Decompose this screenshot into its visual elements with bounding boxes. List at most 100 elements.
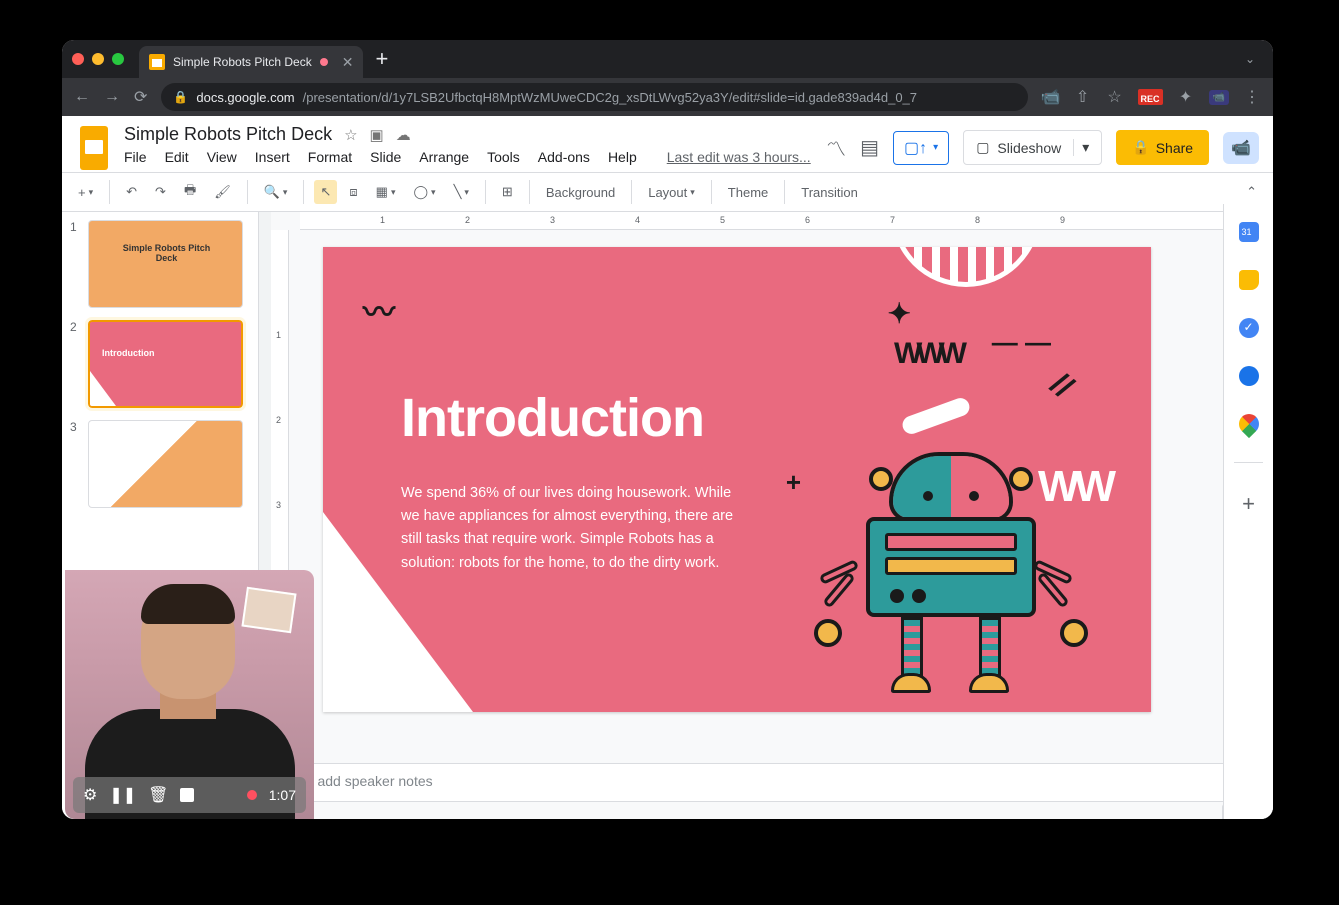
camera-permission-icon[interactable]: 📹 <box>1042 88 1060 106</box>
move-icon[interactable]: ▣ <box>370 126 384 144</box>
document-title[interactable]: Simple Robots Pitch Deck <box>124 124 332 145</box>
canvas-area: 123456789 123 〰 ✦ — — WWW // + WW Introd… <box>271 212 1273 819</box>
lock-icon: 🔒 <box>173 90 188 104</box>
stop-button[interactable] <box>180 788 194 802</box>
window-close-icon[interactable] <box>72 53 84 65</box>
share-page-icon[interactable]: ⇧ <box>1074 88 1092 106</box>
url-path: /presentation/d/1y7LSB2UfbctqH8MptWzMUwe… <box>303 90 917 105</box>
thumbnail-slide-2[interactable]: Introduction <box>88 320 243 408</box>
slide-canvas[interactable]: 〰 ✦ — — WWW // + WW Introduction We spen… <box>323 247 1151 712</box>
robot-leg-icon <box>979 617 1001 677</box>
calendar-icon[interactable] <box>1239 222 1259 242</box>
robot-arm-icon <box>819 567 869 637</box>
horizontal-ruler: 123456789 <box>300 212 1273 230</box>
browser-tab[interactable]: Simple Robots Pitch Deck ✕ <box>139 46 363 78</box>
present-button[interactable]: ▢↑ ▾ <box>893 131 949 165</box>
line-decoration: // <box>1043 366 1080 406</box>
new-slide-button[interactable]: +▾ <box>72 181 99 204</box>
maps-icon[interactable] <box>1234 410 1262 438</box>
menu-slide[interactable]: Slide <box>370 149 401 165</box>
tab-close-icon[interactable]: ✕ <box>342 54 354 71</box>
window-minimize-icon[interactable] <box>92 53 104 65</box>
menu-arrange[interactable]: Arrange <box>419 149 469 165</box>
webcam-overlay[interactable]: ⚙ ❚❚ 🗑 1:07 <box>65 570 314 819</box>
thumbnail-slide-1[interactable]: Simple Robots Pitch Deck <box>88 220 243 308</box>
thumbnail-row[interactable]: 3 <box>70 420 250 508</box>
thumbnail-number: 1 <box>70 220 82 308</box>
dash-decoration: — — <box>992 327 1051 358</box>
forward-button[interactable]: → <box>104 88 120 106</box>
robot-leg-icon <box>901 617 923 677</box>
collapse-toolbar-button[interactable]: ⌃ <box>1240 180 1263 204</box>
contacts-icon[interactable] <box>1239 366 1259 386</box>
shape-button[interactable]: ◯▾ <box>407 180 441 204</box>
bookmark-star-icon[interactable]: ☆ <box>1106 88 1124 106</box>
last-edit-link[interactable]: Last edit was 3 hours... <box>667 149 811 165</box>
transition-button[interactable]: Transition <box>795 181 864 204</box>
robot-body-icon <box>866 517 1036 617</box>
google-slides-logo-icon[interactable] <box>76 124 112 172</box>
share-button[interactable]: 🔒 Share <box>1116 130 1209 165</box>
delete-button[interactable]: 🗑 <box>148 785 168 805</box>
menu-tools[interactable]: Tools <box>487 149 520 165</box>
side-panel: + <box>1223 204 1273 819</box>
menu-file[interactable]: File <box>124 149 147 165</box>
reload-button[interactable]: ⟳ <box>134 87 147 107</box>
keep-icon[interactable] <box>1239 270 1259 290</box>
pause-button[interactable]: ❚❚ <box>109 785 136 805</box>
menu-help[interactable]: Help <box>608 149 637 165</box>
star-icon[interactable]: ☆ <box>344 126 357 144</box>
thumbnail-number: 2 <box>70 320 82 408</box>
traffic-lights <box>72 53 124 65</box>
menu-view[interactable]: View <box>207 149 237 165</box>
line-button[interactable]: ╲▾ <box>448 180 475 204</box>
menu-insert[interactable]: Insert <box>255 149 290 165</box>
select-tool-button[interactable]: ↖ <box>314 180 337 204</box>
menu-format[interactable]: Format <box>308 149 352 165</box>
zoom-button[interactable]: 🔍▾ <box>258 180 294 204</box>
extensions-icon[interactable]: ✦ <box>1177 88 1195 106</box>
speaker-notes-area[interactable]: k to add speaker notes <box>271 763 1273 801</box>
thumbnail-row[interactable]: 1 Simple Robots Pitch Deck <box>70 220 250 308</box>
background-button[interactable]: Background <box>540 181 621 204</box>
camera-button[interactable]: 📹 <box>1223 132 1259 164</box>
slides-favicon-icon <box>149 54 165 70</box>
theme-button[interactable]: Theme <box>722 181 774 204</box>
tab-bar: Simple Robots Pitch Deck ✕ + ⌄ <box>62 40 1273 78</box>
menu-addons[interactable]: Add-ons <box>538 149 590 165</box>
redo-button[interactable]: ↷ <box>149 180 172 204</box>
url-input[interactable]: 🔒 docs.google.com/presentation/d/1y7LSB2… <box>161 83 1027 111</box>
window-maximize-icon[interactable] <box>112 53 124 65</box>
tabs-dropdown-icon[interactable]: ⌄ <box>1245 52 1255 66</box>
paint-format-button[interactable]: 🖌 <box>208 180 237 204</box>
recording-time: 1:07 <box>269 787 296 803</box>
undo-button[interactable]: ↶ <box>120 180 143 204</box>
cloud-status-icon[interactable]: ☁ <box>396 126 411 144</box>
activity-icon[interactable]: 〽 <box>826 133 846 162</box>
browser-menu-icon[interactable]: ⋮ <box>1243 88 1261 106</box>
chevron-down-icon[interactable]: ▾ <box>1073 139 1089 156</box>
add-addon-button[interactable]: + <box>1242 491 1255 517</box>
new-tab-button[interactable]: + <box>375 46 388 72</box>
back-button[interactable]: ← <box>74 88 90 106</box>
comment-button[interactable]: ⊞ <box>496 180 519 204</box>
menu-edit[interactable]: Edit <box>165 149 189 165</box>
rec-extension-icon[interactable]: REC <box>1138 89 1163 105</box>
print-button[interactable]: 🖶 <box>178 177 202 207</box>
settings-icon[interactable]: ⚙ <box>83 785 97 805</box>
recording-indicator-icon <box>247 790 257 800</box>
thumbnail-row[interactable]: 2 Introduction <box>70 320 250 408</box>
thumbnail-slide-3[interactable] <box>88 420 243 508</box>
thumbnail-number: 3 <box>70 420 82 508</box>
slide-title-text[interactable]: Introduction <box>401 387 704 449</box>
camera-extension-icon[interactable]: 📹 <box>1209 90 1229 105</box>
comments-icon[interactable]: ▤ <box>860 135 879 160</box>
app-header: Simple Robots Pitch Deck ☆ ▣ ☁ File Edit… <box>62 116 1273 172</box>
layout-button[interactable]: Layout▾ <box>642 181 701 204</box>
robot-ear-icon <box>1009 467 1033 491</box>
textbox-button[interactable]: ⧈ <box>343 180 363 204</box>
image-button[interactable]: ▦▾ <box>370 180 402 204</box>
slideshow-button[interactable]: ▢ Slideshow ▾ <box>963 130 1102 165</box>
tasks-icon[interactable] <box>1239 318 1259 338</box>
present-arrow-icon: ▢↑ <box>904 138 927 158</box>
